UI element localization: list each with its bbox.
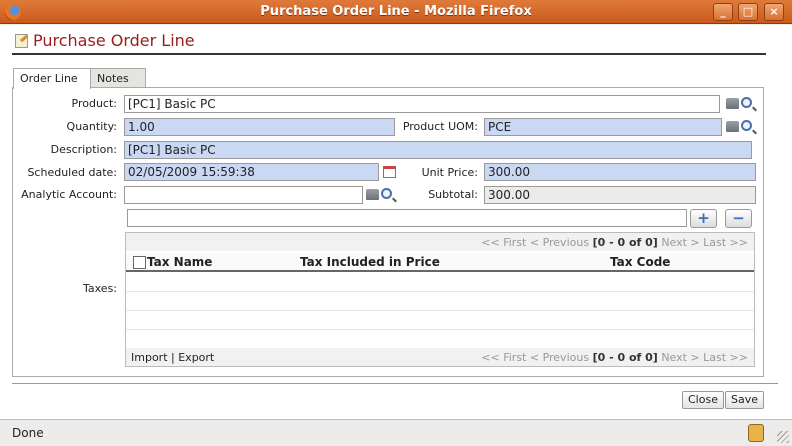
pager-range: [0 - 0 of 0] xyxy=(592,236,658,249)
search-icon[interactable] xyxy=(741,97,752,108)
window-titlebar: Purchase Order Line - Mozilla Firefox _ … xyxy=(0,0,792,24)
unit-price-field[interactable]: 300.00 xyxy=(484,163,756,181)
column-tax-name[interactable]: Tax Name xyxy=(147,255,212,269)
tab-notes[interactable]: Notes xyxy=(90,68,146,88)
page-title: Purchase Order Line xyxy=(33,31,195,50)
analytic-account-label: Analytic Account: xyxy=(21,188,117,201)
folder-icon[interactable] xyxy=(366,189,379,200)
tab-order-line[interactable]: Order Line xyxy=(13,68,91,89)
folder-icon[interactable] xyxy=(726,121,739,132)
add-tax-button[interactable]: + xyxy=(690,209,717,228)
minimize-button[interactable]: _ xyxy=(713,3,733,21)
pager-prev[interactable]: << First < Previous xyxy=(481,351,589,364)
taxes-label: Taxes: xyxy=(82,282,117,295)
column-tax-code[interactable]: Tax Code xyxy=(610,255,670,269)
status-text: Done xyxy=(12,426,44,440)
close-button[interactable]: Close xyxy=(682,391,724,409)
remove-tax-button[interactable]: − xyxy=(725,209,752,228)
quantity-label: Quantity: xyxy=(66,120,117,133)
description-label: Description: xyxy=(50,143,117,156)
description-field[interactable]: [PC1] Basic PC xyxy=(124,141,752,159)
folder-icon[interactable] xyxy=(726,98,739,109)
window-title: Purchase Order Line - Mozilla Firefox xyxy=(260,4,532,19)
maximize-button[interactable]: □ xyxy=(738,3,758,21)
pager-next[interactable]: Next > Last >> xyxy=(661,236,748,249)
page-content: Purchase Order Line Order Line Notes Pro… xyxy=(0,25,792,419)
table-row xyxy=(126,293,754,311)
footer-divider xyxy=(12,383,778,384)
pager-bottom[interactable]: << First < Previous [0 - 0 of 0] Next > … xyxy=(481,351,748,364)
product-label: Product: xyxy=(71,97,117,110)
scheduled-date-label: Scheduled date: xyxy=(27,166,117,179)
unit-price-label: Unit Price: xyxy=(421,166,478,179)
table-row xyxy=(126,331,754,349)
subtotal-field: 300.00 xyxy=(484,186,756,204)
pager-range: [0 - 0 of 0] xyxy=(592,351,658,364)
export-link[interactable]: Export xyxy=(178,351,214,364)
table-row xyxy=(126,274,754,292)
subtotal-label: Subtotal: xyxy=(428,188,478,201)
status-bar: Done xyxy=(0,419,792,446)
pager-prev[interactable]: << First < Previous xyxy=(481,236,589,249)
uom-field[interactable]: PCE xyxy=(484,118,722,136)
tax-search-field[interactable] xyxy=(127,209,687,227)
pager-bar-top: << First < Previous [0 - 0 of 0] Next > … xyxy=(126,233,754,251)
save-button[interactable]: Save xyxy=(725,391,765,409)
search-icon[interactable] xyxy=(741,120,752,131)
import-link[interactable]: Import xyxy=(131,351,168,364)
taxes-grid: << First < Previous [0 - 0 of 0] Next > … xyxy=(125,232,755,367)
pager-top[interactable]: << First < Previous [0 - 0 of 0] Next > … xyxy=(481,236,748,249)
grid-header: Tax Name Tax Included in Price Tax Code xyxy=(126,253,754,272)
product-field[interactable]: [PC1] Basic PC xyxy=(124,95,720,113)
quantity-field[interactable]: 1.00 xyxy=(124,118,395,136)
table-row xyxy=(126,312,754,330)
select-all-checkbox[interactable] xyxy=(133,256,146,269)
security-icon[interactable] xyxy=(748,424,764,442)
pager-bar-bottom: Import | Export << First < Previous [0 -… xyxy=(126,348,754,366)
link-separator: | xyxy=(171,351,175,364)
edit-document-icon xyxy=(15,34,28,48)
resize-grip-icon[interactable] xyxy=(777,431,789,443)
pager-next[interactable]: Next > Last >> xyxy=(661,351,748,364)
title-divider xyxy=(12,53,766,55)
uom-label: Product UOM: xyxy=(402,120,478,133)
analytic-account-field[interactable] xyxy=(124,186,363,204)
import-export-links: Import | Export xyxy=(131,351,214,364)
scheduled-date-field[interactable]: 02/05/2009 15:59:38 xyxy=(124,163,379,181)
close-window-button[interactable]: × xyxy=(764,3,784,21)
column-tax-included[interactable]: Tax Included in Price xyxy=(300,255,440,269)
search-icon[interactable] xyxy=(381,188,392,199)
